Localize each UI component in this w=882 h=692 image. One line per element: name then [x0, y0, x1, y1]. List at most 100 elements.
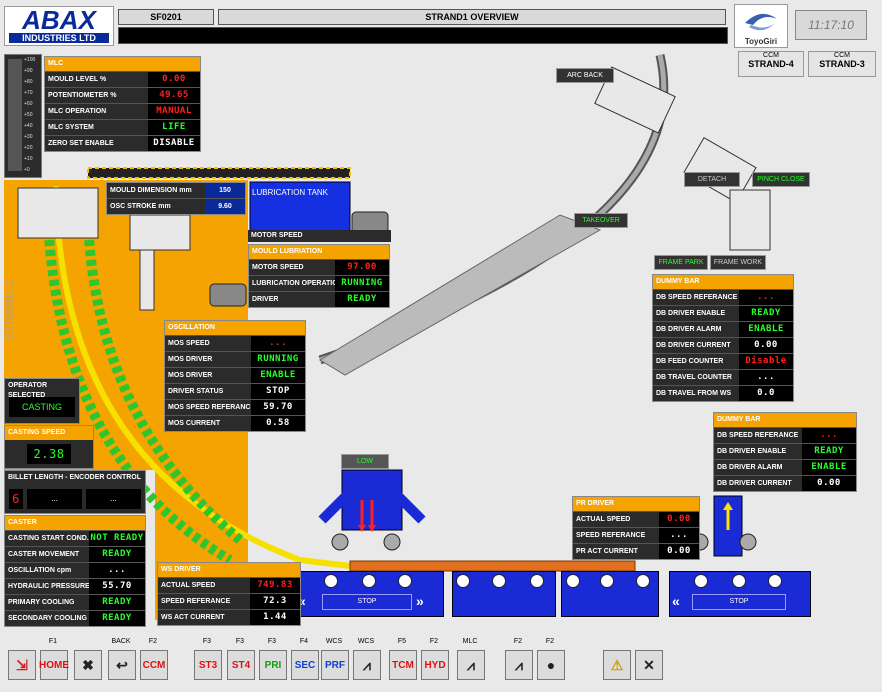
panel-title: CASTER	[5, 516, 145, 530]
row-value: 0.58	[251, 416, 305, 431]
row-value: READY	[802, 444, 856, 459]
back-icon: ↩	[116, 656, 128, 673]
fkey-hyd[interactable]: HYD	[421, 650, 449, 680]
fkey-caption: F3	[267, 638, 277, 645]
fkey-caption: F5	[397, 638, 407, 645]
lubrication-tank-title: LUBRICATION TANK	[252, 188, 329, 197]
panel-title: CASTING SPEED	[5, 426, 93, 440]
panel-row: MOULD LEVEL % 0.00	[45, 71, 200, 87]
fkey-alarm-button[interactable]: ✖	[74, 650, 102, 680]
row-value: 55.70	[89, 579, 145, 594]
panel-row: MOS SPEED...	[165, 335, 305, 351]
row-label: HYDRAULIC PRESSURE	[8, 583, 89, 590]
fkey-alarm-bell-button[interactable]: ●	[537, 650, 565, 680]
takeover-button[interactable]: TAKEOVER	[574, 213, 628, 228]
stop-button-1[interactable]: STOP	[322, 594, 412, 610]
fkey-exit-button[interactable]: ⇲	[8, 650, 36, 680]
panel-row: DB SPEED REFERANCE...	[714, 427, 856, 443]
fkey-pri[interactable]: PRI	[259, 650, 287, 680]
alarm-icon: ✖	[82, 656, 94, 673]
right-arrows-icon[interactable]: »	[416, 593, 438, 611]
fkey-warning-button[interactable]: ⚠	[603, 650, 631, 680]
left-arrows-icon[interactable]: «	[672, 593, 690, 611]
panel-row: DB TRAVEL FROM WS 0.0	[653, 385, 793, 401]
panel-row: DB DRIVER CURRENT 0.00	[714, 475, 856, 491]
fkey-trend-button[interactable]: ⩘	[505, 650, 533, 680]
row-value: RUNNING	[251, 352, 305, 367]
panel-row: MLC OPERATION MANUAL	[45, 103, 200, 119]
gauge-tick-label: +80	[24, 79, 33, 85]
fkey-st4[interactable]: ST4	[227, 650, 255, 680]
fkey-label: HOME	[39, 659, 69, 671]
detach-button[interactable]: DETACH	[684, 172, 740, 187]
fkey-prf[interactable]: PRF	[321, 650, 349, 680]
panel-row: MOTOR SPEED 97.00	[249, 259, 389, 275]
row-value: ...	[251, 336, 305, 351]
frame-work-button[interactable]: FRAME WORK	[710, 255, 766, 270]
row-value: ...	[89, 563, 145, 578]
stop-button-2[interactable]: STOP	[692, 594, 786, 610]
fkey-label: TCM	[392, 659, 414, 671]
frame-park-button[interactable]: FRAME PARK	[654, 255, 708, 270]
row-label: PRIMARY COOLING	[8, 599, 75, 606]
fkey-caption: WCS	[357, 638, 375, 645]
panel-row: MOS DRIVER RUNNING	[165, 351, 305, 367]
row-value: 72.3	[250, 594, 300, 609]
trend-icon: ⩘	[467, 656, 475, 673]
gauge-tick-label: +30	[24, 134, 33, 140]
panel-row: CASTING START COND. NOT READY	[5, 530, 145, 546]
panel-row: POTENTIOMETER % 49.65	[45, 87, 200, 103]
row-value: ENABLE	[802, 460, 856, 475]
panel-row: SPEED REFERANCE...	[573, 527, 699, 543]
arc-back-button[interactable]: ARC BACK	[556, 68, 614, 83]
row-label: MOS CURRENT	[168, 420, 221, 427]
row-label: SECONDARY COOLING	[8, 615, 87, 622]
row-label: DB FEED COUNTER	[656, 358, 724, 365]
row-value: DISABLE	[148, 136, 200, 151]
row-label: ACTUAL SPEED	[161, 582, 216, 589]
panel-row: DRIVER STATUS STOP	[165, 383, 305, 399]
panel-title: WS DRIVER	[158, 563, 300, 577]
fkey-home[interactable]: HOME	[39, 650, 69, 680]
panel-row: MLC SYSTEM LIFE	[45, 119, 200, 135]
row-value: READY	[89, 611, 145, 626]
row-label: ZERO SET ENABLE	[48, 140, 114, 147]
row-label: WS ACT CURRENT	[161, 614, 225, 621]
dummy-bar-panel-2: DUMMY BAR DB SPEED REFERANCE... DB DRIVER…	[713, 412, 857, 492]
fkey-back-button[interactable]: ↩	[108, 650, 136, 680]
row-label: DB SPEED REFERANCE	[717, 432, 799, 439]
mould-dimension-value: 150	[205, 183, 245, 198]
tank-motor-speed-label: MOTOR SPEED	[248, 230, 391, 242]
gauge-tick-label: +10	[24, 156, 33, 162]
fkey-tcm[interactable]: TCM	[389, 650, 417, 680]
alarm-bell-icon: ●	[546, 657, 556, 673]
fkey-trend-button[interactable]: ⩘	[353, 650, 381, 680]
pinch-close-button[interactable]: PINCH CLOSE	[752, 172, 810, 187]
panel-row: DB SPEED REFERANCE...	[653, 289, 793, 305]
roller	[694, 574, 708, 588]
row-value: READY	[335, 292, 389, 307]
gauge-tick-label: +40	[24, 123, 33, 129]
fkey-trend-button[interactable]: ⩘	[457, 650, 485, 680]
roller	[566, 574, 580, 588]
fkey-sec[interactable]: SEC	[291, 650, 319, 680]
row-label: OSCILLATION cpm	[8, 567, 72, 574]
row-value: READY	[89, 595, 145, 610]
fkey-ccm[interactable]: CCM	[140, 650, 168, 680]
casting-speed-value: 2.38	[27, 444, 71, 464]
row-value: READY	[89, 547, 145, 562]
trend-icon: ⩘	[515, 656, 523, 673]
roller	[398, 574, 412, 588]
row-label: MLC OPERATION	[48, 108, 107, 115]
left-arrows-icon[interactable]: «	[298, 593, 320, 611]
fkey-caption: F4	[299, 638, 309, 645]
billet-bar	[349, 560, 636, 572]
fkey-mute-button[interactable]: ✕	[635, 650, 663, 680]
strand-label: STRAND 1	[2, 280, 16, 341]
osc-stroke-value: 9.60	[205, 199, 245, 214]
row-label: MOTOR SPEED	[252, 264, 304, 271]
fkey-st3[interactable]: ST3	[194, 650, 222, 680]
mould-panel: MOULD DIMENSION mm 150 OSC STROKE mm 9.60	[106, 182, 246, 215]
row-label: MLC SYSTEM	[48, 124, 94, 131]
row-label: DB SPEED REFERANCE	[656, 294, 738, 301]
